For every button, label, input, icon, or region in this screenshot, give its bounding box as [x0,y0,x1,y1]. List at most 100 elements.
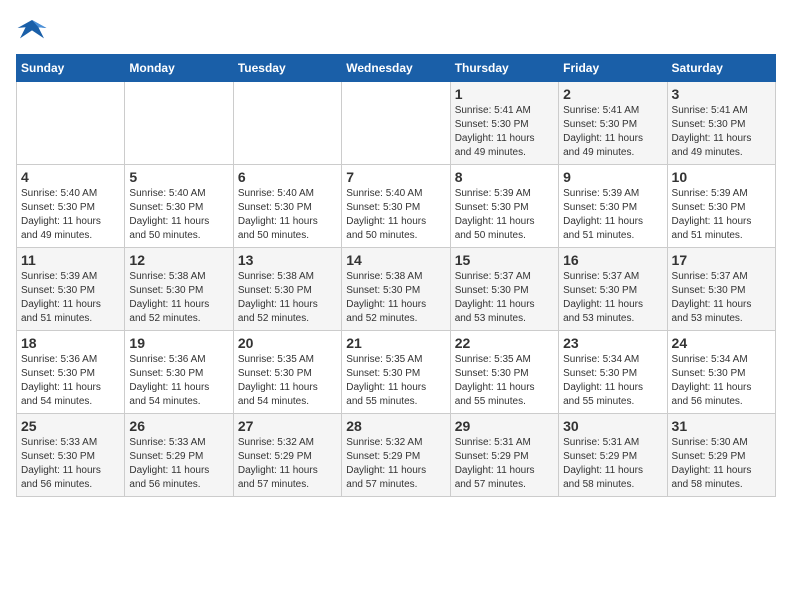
week-row-5: 25 Sunrise: 5:33 AM Sunset: 5:30 PM Dayli… [17,414,776,497]
logo-icon [16,16,48,44]
header-row: SundayMondayTuesdayWednesdayThursdayFrid… [17,55,776,82]
day-info: Sunrise: 5:33 AM Sunset: 5:29 PM Dayligh… [129,436,228,492]
header-tuesday: Tuesday [233,55,341,82]
week-row-2: 4 Sunrise: 5:40 AM Sunset: 5:30 PM Daylig… [17,165,776,248]
day-number: 10 [672,169,771,185]
day-number: 5 [129,169,228,185]
day-number: 21 [346,335,445,351]
day-number: 6 [238,169,337,185]
day-cell: 28Sunrise: 5:32 AM Sunset: 5:29 PM Dayli… [342,414,450,497]
day-info: Sunrise: 5:39 AM Sunset: 5:30 PM Dayligh… [21,270,120,326]
day-info: Sunrise: 5:37 AM Sunset: 5:30 PM Dayligh… [563,270,662,326]
day-cell: 26 Sunrise: 5:33 AM Sunset: 5:29 PM Dayli… [125,414,233,497]
week-row-3: 11 Sunrise: 5:39 AM Sunset: 5:30 PM Dayli… [17,248,776,331]
day-info: Sunrise: 5:31 AM Sunset: 5:29 PM Dayligh… [563,436,662,492]
day-number: 16 [563,252,662,268]
day-number: 24 [672,335,771,351]
day-cell: 14 Sunrise: 5:38 AM Sunset: 5:30 PM Dayli… [342,248,450,331]
day-number: 1 [455,86,554,102]
day-number: 25 [21,418,120,434]
header-wednesday: Wednesday [342,55,450,82]
day-cell: 5 Sunrise: 5:40 AM Sunset: 5:30 PM Daylig… [125,165,233,248]
day-number: 12 [129,252,228,268]
day-info: Sunrise: 5:39 AM Sunset: 5:30 PM Dayligh… [563,187,662,243]
day-number: 8 [455,169,554,185]
day-cell: 16 Sunrise: 5:37 AM Sunset: 5:30 PM Dayli… [559,248,667,331]
day-cell: 13 Sunrise: 5:38 AM Sunset: 5:30 PM Dayli… [233,248,341,331]
day-info: Sunrise: 5:35 AM Sunset: 5:30 PM Dayligh… [455,353,554,409]
day-number: 2 [563,86,662,102]
day-cell: 15 Sunrise: 5:37 AM Sunset: 5:30 PM Dayli… [450,248,558,331]
day-cell: 2 Sunrise: 5:41 AM Sunset: 5:30 PM Daylig… [559,82,667,165]
day-info: Sunrise: 5:41 AM Sunset: 5:30 PM Dayligh… [672,104,771,160]
day-cell: 20Sunrise: 5:35 AM Sunset: 5:30 PM Dayli… [233,331,341,414]
day-number: 9 [563,169,662,185]
day-cell: 11 Sunrise: 5:39 AM Sunset: 5:30 PM Dayli… [17,248,125,331]
day-number: 31 [672,418,771,434]
page-header [16,16,776,44]
day-number: 4 [21,169,120,185]
day-info: Sunrise: 5:34 AM Sunset: 5:30 PM Dayligh… [672,353,771,409]
day-number: 17 [672,252,771,268]
day-number: 7 [346,169,445,185]
day-cell: 29Sunrise: 5:31 AM Sunset: 5:29 PM Dayli… [450,414,558,497]
day-number: 18 [21,335,120,351]
day-cell: 6 Sunrise: 5:40 AM Sunset: 5:30 PM Daylig… [233,165,341,248]
day-cell: 24 Sunrise: 5:34 AM Sunset: 5:30 PM Dayli… [667,331,775,414]
day-info: Sunrise: 5:36 AM Sunset: 5:30 PM Dayligh… [21,353,120,409]
day-cell: 18 Sunrise: 5:36 AM Sunset: 5:30 PM Dayli… [17,331,125,414]
week-row-4: 18 Sunrise: 5:36 AM Sunset: 5:30 PM Dayli… [17,331,776,414]
day-info: Sunrise: 5:38 AM Sunset: 5:30 PM Dayligh… [346,270,445,326]
day-info: Sunrise: 5:36 AM Sunset: 5:30 PM Dayligh… [129,353,228,409]
day-cell: 10 Sunrise: 5:39 AM Sunset: 5:30 PM Dayli… [667,165,775,248]
day-number: 22 [455,335,554,351]
day-number: 3 [672,86,771,102]
day-info: Sunrise: 5:35 AM Sunset: 5:30 PM Dayligh… [346,353,445,409]
day-info: Sunrise: 5:30 AM Sunset: 5:29 PM Dayligh… [672,436,771,492]
day-cell [125,82,233,165]
day-cell [233,82,341,165]
logo [16,16,52,44]
day-number: 26 [129,418,228,434]
header-saturday: Saturday [667,55,775,82]
day-info: Sunrise: 5:41 AM Sunset: 5:30 PM Dayligh… [563,104,662,160]
day-number: 15 [455,252,554,268]
day-number: 13 [238,252,337,268]
day-info: Sunrise: 5:40 AM Sunset: 5:30 PM Dayligh… [129,187,228,243]
day-info: Sunrise: 5:39 AM Sunset: 5:30 PM Dayligh… [455,187,554,243]
day-cell: 21 Sunrise: 5:35 AM Sunset: 5:30 PM Dayli… [342,331,450,414]
day-cell: 4 Sunrise: 5:40 AM Sunset: 5:30 PM Daylig… [17,165,125,248]
day-cell: 22 Sunrise: 5:35 AM Sunset: 5:30 PM Dayli… [450,331,558,414]
day-number: 23 [563,335,662,351]
day-cell [342,82,450,165]
day-number: 11 [21,252,120,268]
day-info: Sunrise: 5:31 AM Sunset: 5:29 PM Dayligh… [455,436,554,492]
day-info: Sunrise: 5:32 AM Sunset: 5:29 PM Dayligh… [346,436,445,492]
day-cell: 25 Sunrise: 5:33 AM Sunset: 5:30 PM Dayli… [17,414,125,497]
day-cell: 17 Sunrise: 5:37 AM Sunset: 5:30 PM Dayli… [667,248,775,331]
day-cell: 31 Sunrise: 5:30 AM Sunset: 5:29 PM Dayli… [667,414,775,497]
day-info: Sunrise: 5:37 AM Sunset: 5:30 PM Dayligh… [455,270,554,326]
day-number: 27 [238,418,337,434]
day-info: Sunrise: 5:33 AM Sunset: 5:30 PM Dayligh… [21,436,120,492]
calendar-table: SundayMondayTuesdayWednesdayThursdayFrid… [16,54,776,497]
day-cell: 27 Sunrise: 5:32 AM Sunset: 5:29 PM Dayli… [233,414,341,497]
day-info: Sunrise: 5:40 AM Sunset: 5:30 PM Dayligh… [346,187,445,243]
header-friday: Friday [559,55,667,82]
day-cell [17,82,125,165]
day-info: Sunrise: 5:32 AM Sunset: 5:29 PM Dayligh… [238,436,337,492]
day-info: Sunrise: 5:37 AM Sunset: 5:30 PM Dayligh… [672,270,771,326]
day-info: Sunrise: 5:39 AM Sunset: 5:30 PM Dayligh… [672,187,771,243]
day-info: Sunrise: 5:41 AM Sunset: 5:30 PM Dayligh… [455,104,554,160]
day-info: Sunrise: 5:40 AM Sunset: 5:30 PM Dayligh… [238,187,337,243]
day-cell: 30Sunrise: 5:31 AM Sunset: 5:29 PM Dayli… [559,414,667,497]
day-number: 14 [346,252,445,268]
header-monday: Monday [125,55,233,82]
day-info: Sunrise: 5:38 AM Sunset: 5:30 PM Dayligh… [238,270,337,326]
day-cell: 19Sunrise: 5:36 AM Sunset: 5:30 PM Dayli… [125,331,233,414]
day-info: Sunrise: 5:34 AM Sunset: 5:30 PM Dayligh… [563,353,662,409]
day-cell: 8 Sunrise: 5:39 AM Sunset: 5:30 PM Daylig… [450,165,558,248]
header-thursday: Thursday [450,55,558,82]
day-info: Sunrise: 5:40 AM Sunset: 5:30 PM Dayligh… [21,187,120,243]
day-info: Sunrise: 5:38 AM Sunset: 5:30 PM Dayligh… [129,270,228,326]
